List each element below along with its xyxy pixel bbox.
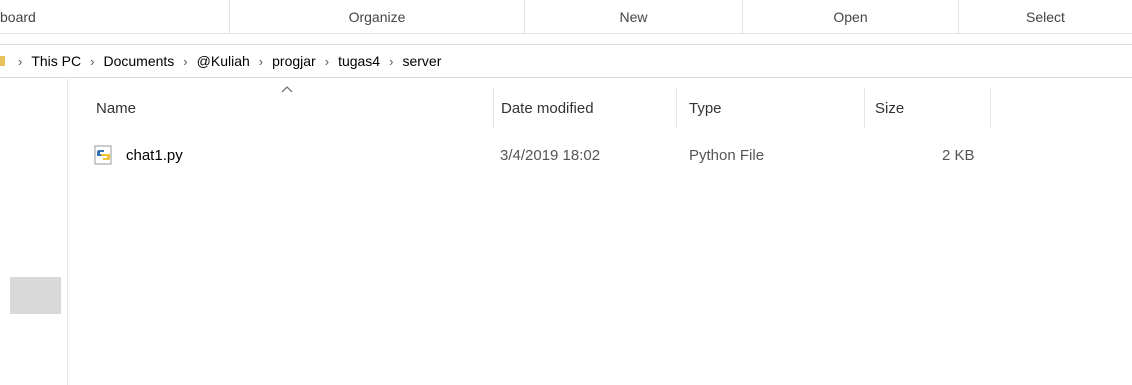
column-header-label: Date modified: [501, 99, 594, 117]
chevron-right-icon[interactable]: ›: [325, 54, 329, 69]
ribbon-group-label: Open: [833, 9, 868, 25]
chevron-right-icon[interactable]: ›: [259, 54, 263, 69]
breadcrumb: › This PC › Documents › @Kuliah › progja…: [9, 53, 441, 69]
column-header-name[interactable]: Name: [96, 86, 494, 130]
column-divider[interactable]: [990, 88, 991, 128]
breadcrumb-kuliah[interactable]: @Kuliah: [197, 53, 250, 69]
column-divider[interactable]: [493, 88, 494, 128]
column-header-type[interactable]: Type: [689, 86, 864, 130]
chevron-right-icon[interactable]: ›: [389, 54, 393, 69]
python-file-icon: [94, 145, 112, 165]
caret-up-icon: [281, 86, 293, 93]
ribbon-group-label: board: [0, 9, 36, 25]
folder-icon: [0, 56, 5, 66]
chevron-right-icon[interactable]: ›: [18, 54, 22, 69]
file-type: Python File: [689, 146, 765, 164]
file-date-modified: 3/4/2019 18:02: [500, 146, 601, 164]
navigation-pane[interactable]: [0, 79, 68, 385]
file-row[interactable]: chat1.py 3/4/2019 18:02 Python File 2 KB: [90, 140, 990, 170]
column-header-size[interactable]: Size: [875, 86, 990, 130]
ribbon-group-label: Organize: [348, 9, 406, 25]
chevron-right-icon[interactable]: ›: [90, 54, 94, 69]
ribbon-group-clipboard: board: [0, 0, 230, 34]
ribbon-group-open: Open: [743, 0, 959, 34]
breadcrumb-documents[interactable]: Documents: [103, 53, 174, 69]
ribbon-group-label: Select: [1026, 9, 1065, 25]
file-name[interactable]: chat1.py: [126, 147, 183, 164]
ribbon-group-organize: Organize: [230, 0, 525, 34]
ribbon-group-labels: board Organize New Open Select: [0, 0, 1132, 34]
column-header-date-modified[interactable]: Date modified: [501, 86, 677, 130]
chevron-right-icon[interactable]: ›: [183, 54, 187, 69]
column-header-label: Size: [875, 99, 905, 117]
column-header-label: Name: [96, 99, 137, 117]
ribbon-group-label: New: [619, 9, 648, 25]
nav-selected-item[interactable]: [10, 277, 61, 314]
breadcrumb-tugas4[interactable]: tugas4: [338, 53, 380, 69]
breadcrumb-progjar[interactable]: progjar: [272, 53, 316, 69]
ribbon-group-select: Select: [959, 0, 1132, 34]
breadcrumb-server[interactable]: server: [402, 53, 441, 69]
column-divider[interactable]: [676, 88, 677, 128]
file-size: 2 KB: [942, 146, 975, 164]
breadcrumb-this-pc[interactable]: This PC: [31, 53, 81, 69]
address-bar[interactable]: › This PC › Documents › @Kuliah › progja…: [0, 44, 1132, 78]
ribbon-group-new: New: [525, 0, 743, 34]
column-divider[interactable]: [864, 88, 865, 128]
column-header-label: Type: [689, 99, 722, 117]
